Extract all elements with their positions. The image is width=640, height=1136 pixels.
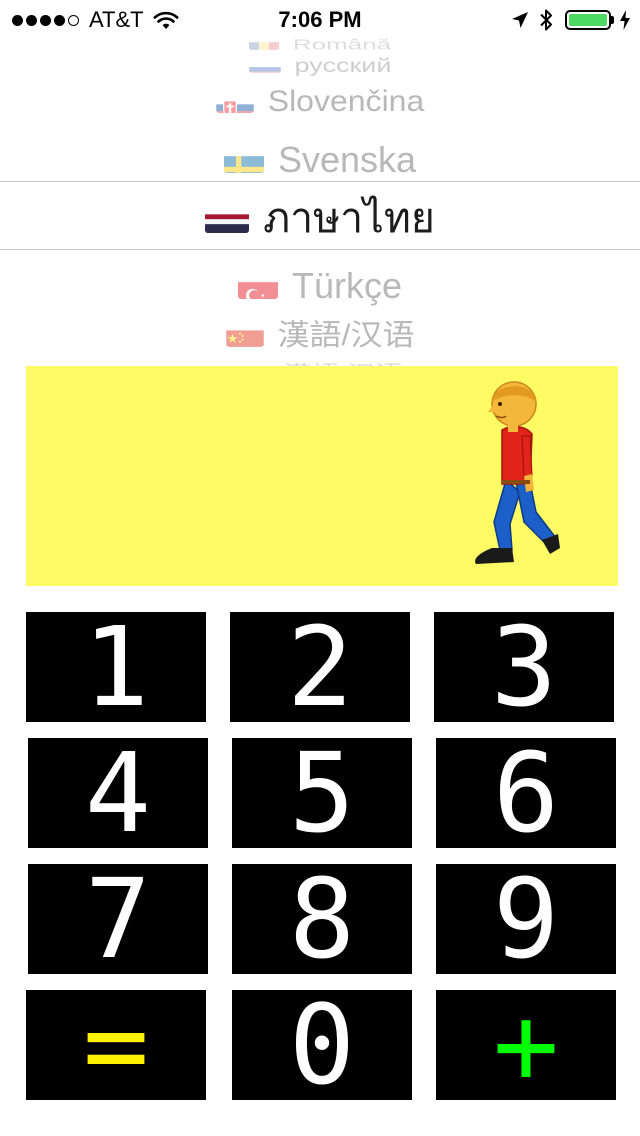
digit-key-6[interactable]: 6 xyxy=(436,738,616,848)
digit-key-1[interactable]: 1 xyxy=(26,612,206,722)
digit-key-2[interactable]: 2 xyxy=(230,612,410,722)
russia-flag-icon xyxy=(248,58,281,73)
digit-key-9[interactable]: 9 xyxy=(436,864,616,974)
picker-row[interactable]: 漢語/汉语 xyxy=(0,314,640,354)
slovakia-flag-icon xyxy=(215,90,254,113)
picker-row[interactable]: Türkçe xyxy=(0,258,640,307)
battery-tip xyxy=(611,16,614,24)
picker-row-label: русский xyxy=(294,54,392,77)
bluetooth-icon xyxy=(540,9,552,31)
battery-level xyxy=(569,14,607,26)
turkey-flag-icon xyxy=(237,272,278,299)
picker-row-label: ภาษาไทย xyxy=(263,194,435,241)
plus-key[interactable]: + xyxy=(436,990,616,1100)
picker-row-label: Türkçe xyxy=(291,264,403,306)
display-panel xyxy=(26,366,618,586)
app-screen: AT&T 7:06 PM Română русский Slovenčina S… xyxy=(0,0,640,1136)
digit-key-3[interactable]: 3 xyxy=(434,612,614,722)
picker-row-label: 漢語/汉语 xyxy=(277,318,415,352)
romania-flag-icon xyxy=(248,39,279,50)
digit-key-7[interactable]: 7 xyxy=(28,864,208,974)
china-flag-icon xyxy=(225,324,264,347)
digit-key-4[interactable]: 4 xyxy=(28,738,208,848)
picker-selection-divider-top xyxy=(0,181,640,182)
location-arrow-icon xyxy=(512,12,528,28)
picker-row-selected[interactable]: ภาษาไทย xyxy=(0,188,640,243)
charging-bolt-icon xyxy=(620,10,630,30)
digit-key-8[interactable]: 8 xyxy=(232,864,412,974)
sweden-flag-icon xyxy=(223,146,264,173)
digit-key-5[interactable]: 5 xyxy=(232,738,412,848)
status-bar: AT&T 7:06 PM xyxy=(0,0,640,40)
digit-key-0[interactable]: 0 xyxy=(232,990,412,1100)
equals-key[interactable]: = xyxy=(26,990,206,1100)
picker-selection-divider-bottom xyxy=(0,249,640,250)
language-picker[interactable]: Română русский Slovenčina Svenska ภาษาไทย Tür… xyxy=(0,36,640,366)
status-right xyxy=(511,6,630,34)
person-walking-icon xyxy=(475,381,560,564)
picker-row[interactable]: Svenska xyxy=(0,132,640,181)
picker-row[interactable]: Slovenčina xyxy=(0,80,640,120)
picker-row[interactable]: русский xyxy=(0,51,640,77)
picker-row-label: Slovenčina xyxy=(267,84,425,118)
thailand-flag-icon xyxy=(205,203,250,234)
battery-icon xyxy=(565,10,611,30)
picker-row-label: Svenska xyxy=(277,138,417,180)
